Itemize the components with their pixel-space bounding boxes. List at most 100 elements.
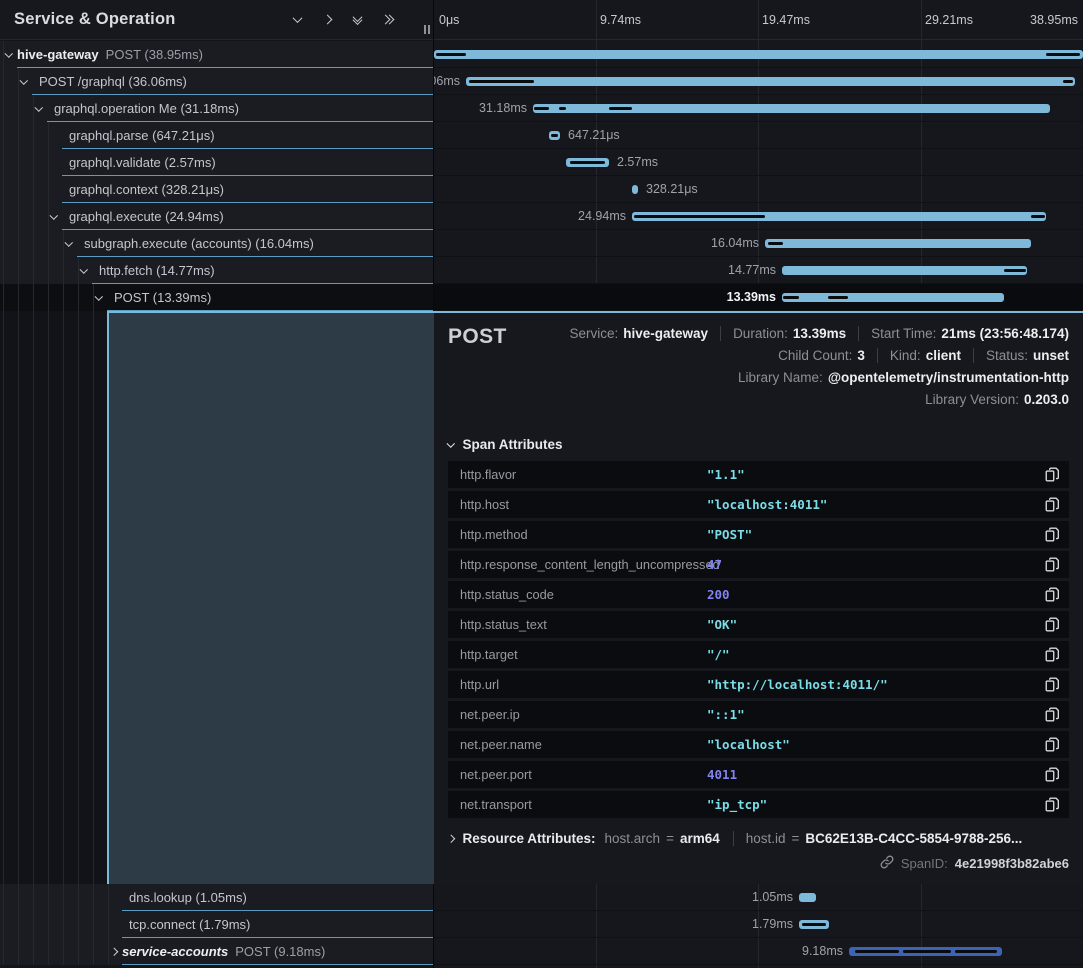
- span-duration-label: 647.21μs: [568, 122, 620, 148]
- span-duration-bar[interactable]: [632, 185, 638, 194]
- span-timeline-row[interactable]: 13.39ms: [434, 284, 1083, 311]
- attribute-value: "1.1": [707, 467, 745, 482]
- collapse-all-icon[interactable]: [347, 10, 367, 30]
- panel-resize-handle[interactable]: [424, 25, 430, 34]
- copy-icon[interactable]: [1045, 497, 1059, 517]
- attribute-value: "POST": [707, 527, 752, 542]
- bar-notch: [534, 107, 549, 110]
- span-duration-bar[interactable]: [849, 947, 1002, 956]
- time-tick-label: 19.47ms: [762, 0, 810, 40]
- span-duration-label: 9.18ms: [802, 938, 843, 964]
- span-duration-bar[interactable]: [549, 131, 560, 140]
- span-duration-bar[interactable]: [533, 104, 1050, 113]
- row-chevron-icon[interactable]: [45, 133, 62, 139]
- copy-icon[interactable]: [1045, 617, 1059, 637]
- span-tree-row[interactable]: graphql.parse (647.21μs): [0, 122, 433, 149]
- span-duration-label: 36.06ms: [434, 68, 460, 94]
- span-tree-row[interactable]: graphql.execute (24.94ms): [0, 203, 433, 230]
- span-timeline-row[interactable]: 31.18ms: [434, 95, 1083, 122]
- span-tree-row[interactable]: POST (13.39ms): [0, 284, 433, 311]
- attribute-key: net.peer.port: [460, 767, 532, 782]
- row-chevron-icon[interactable]: [105, 949, 122, 955]
- span-tree-row[interactable]: POST /graphql (36.06ms): [0, 68, 433, 95]
- span-timeline-row[interactable]: 14.77ms: [434, 257, 1083, 284]
- row-chevron-icon[interactable]: [45, 160, 62, 166]
- span-duration-bar[interactable]: [434, 50, 1083, 59]
- span-attributes-toggle[interactable]: Span Attributes: [448, 437, 1069, 452]
- span-timeline-row[interactable]: 1.79ms: [434, 911, 1083, 938]
- link-icon[interactable]: [880, 855, 894, 872]
- copy-icon[interactable]: [1045, 587, 1059, 607]
- span-duration-bar[interactable]: [782, 266, 1027, 275]
- indent-guide: [18, 938, 19, 965]
- span-duration-bar[interactable]: [566, 158, 609, 167]
- span-tree-row[interactable]: service-accountsPOST (9.18ms): [0, 938, 433, 965]
- attribute-key: http.status_text: [460, 617, 547, 632]
- chevron-right-icon: [448, 835, 455, 843]
- span-timeline-row[interactable]: 328.21μs: [434, 176, 1083, 203]
- row-chevron-icon[interactable]: [0, 52, 17, 58]
- span-name: graphql.parse (647.21μs): [62, 122, 433, 149]
- span-tree-row[interactable]: http.fetch (14.77ms): [0, 257, 433, 284]
- row-chevron-icon[interactable]: [105, 922, 122, 928]
- expand-one-icon[interactable]: [317, 10, 337, 30]
- row-chevron-icon[interactable]: [45, 214, 62, 220]
- attribute-key: http.status_code: [460, 587, 554, 602]
- tree-header: Service & Operation: [0, 0, 433, 40]
- attribute-key: net.peer.name: [460, 737, 542, 752]
- span-name: subgraph.execute (accounts) (16.04ms): [77, 230, 433, 257]
- row-chevron-icon[interactable]: [45, 187, 62, 193]
- row-chevron-icon[interactable]: [75, 268, 92, 274]
- copy-icon[interactable]: [1045, 677, 1059, 697]
- operation-name: POST (38.95ms): [106, 47, 203, 62]
- copy-icon[interactable]: [1045, 797, 1059, 817]
- indent-guide: [18, 257, 19, 284]
- bar-notch: [1004, 269, 1026, 272]
- span-duration-bar[interactable]: [799, 893, 816, 902]
- span-timeline-row[interactable]: 2.57ms: [434, 149, 1083, 176]
- copy-icon[interactable]: [1045, 707, 1059, 727]
- attribute-value: "ip_tcp": [707, 797, 767, 812]
- span-tree-row[interactable]: hive-gatewayPOST (38.95ms): [0, 41, 433, 68]
- operation-name: graphql.operation Me (31.18ms): [54, 101, 239, 116]
- resource-attributes-toggle[interactable]: Resource Attributes: host.arch=arm64host…: [448, 831, 1069, 846]
- span-duration-bar[interactable]: [765, 239, 1031, 248]
- span-timeline-row[interactable]: 1.05ms: [434, 884, 1083, 911]
- copy-icon[interactable]: [1045, 647, 1059, 667]
- row-chevron-icon[interactable]: [90, 295, 107, 301]
- span-timeline-row[interactable]: 647.21μs: [434, 122, 1083, 149]
- copy-icon[interactable]: [1045, 527, 1059, 547]
- span-timeline-row[interactable]: 9.18ms: [434, 938, 1083, 965]
- indent-guide: [3, 284, 4, 311]
- span-duration-bar[interactable]: [782, 293, 1004, 302]
- indent-guide: [48, 257, 49, 284]
- attribute-row: http.url "http://localhost:4011/": [448, 671, 1069, 698]
- row-chevron-icon[interactable]: [105, 895, 122, 901]
- span-timeline-row[interactable]: 16.04ms: [434, 230, 1083, 257]
- indent-guide: [18, 122, 19, 149]
- operation-name: tcp.connect (1.79ms): [129, 917, 250, 932]
- copy-icon[interactable]: [1045, 737, 1059, 757]
- expand-all-icon[interactable]: [377, 10, 397, 30]
- span-tree-row[interactable]: graphql.validate (2.57ms): [0, 149, 433, 176]
- span-timeline-row[interactable]: 38.95ms: [434, 41, 1083, 68]
- span-tree-row[interactable]: tcp.connect (1.79ms): [0, 911, 433, 938]
- operation-name: POST (9.18ms): [235, 944, 325, 959]
- copy-icon[interactable]: [1045, 557, 1059, 577]
- span-tree-row[interactable]: dns.lookup (1.05ms): [0, 884, 433, 911]
- span-duration-bar[interactable]: [799, 920, 829, 929]
- row-chevron-icon[interactable]: [60, 241, 77, 247]
- collapse-one-icon[interactable]: [287, 10, 307, 30]
- copy-icon[interactable]: [1045, 467, 1059, 487]
- span-tree-row[interactable]: graphql.context (328.21μs): [0, 176, 433, 203]
- span-tree-row[interactable]: subgraph.execute (accounts) (16.04ms): [0, 230, 433, 257]
- span-timeline-row[interactable]: 36.06ms: [434, 68, 1083, 95]
- copy-icon[interactable]: [1045, 767, 1059, 787]
- span-timeline-row[interactable]: 24.94ms: [434, 203, 1083, 230]
- row-chevron-icon[interactable]: [15, 79, 32, 85]
- attribute-value: 200: [707, 587, 730, 602]
- span-duration-bar[interactable]: [632, 212, 1046, 221]
- row-chevron-icon[interactable]: [30, 106, 47, 112]
- span-tree-row[interactable]: graphql.operation Me (31.18ms): [0, 95, 433, 122]
- span-duration-bar[interactable]: [466, 77, 1075, 86]
